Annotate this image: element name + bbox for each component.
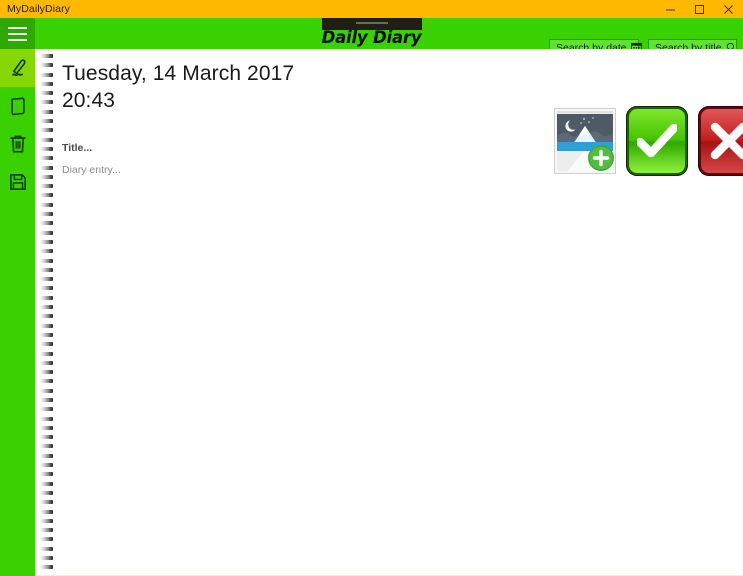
- app-window: MyDailyDiary Daily Diary Search by date …: [0, 0, 743, 576]
- maximize-button[interactable]: [685, 0, 714, 18]
- window-titlebar: MyDailyDiary: [0, 0, 743, 18]
- cross-icon: [710, 122, 743, 160]
- entry-date: Tuesday, 14 March 2017: [62, 62, 295, 85]
- sidebar-rail: [0, 49, 35, 576]
- hamburger-menu-button[interactable]: [0, 18, 35, 49]
- pen-write-icon: [11, 59, 26, 76]
- minimize-button[interactable]: [656, 0, 685, 18]
- entry-action-buttons: [554, 106, 743, 176]
- spiral-binding: [40, 54, 53, 573]
- note-page-icon: [10, 97, 25, 116]
- trash-delete-icon: [9, 135, 26, 153]
- floppy-save-icon: [9, 174, 26, 190]
- close-button[interactable]: [714, 0, 743, 18]
- notebook-page: Tuesday, 14 March 2017 20:43 Title... Di…: [35, 49, 743, 576]
- add-image-icon: [554, 108, 616, 174]
- sidebar-item-new-entry[interactable]: [0, 49, 35, 87]
- sidebar-item-delete[interactable]: [0, 125, 35, 163]
- minimize-icon: [666, 9, 675, 10]
- add-image-button[interactable]: [554, 106, 616, 176]
- maximize-icon: [695, 4, 704, 14]
- window-controls: [656, 0, 743, 18]
- checkmark-icon: [637, 124, 677, 158]
- sidebar-item-entries[interactable]: [0, 87, 35, 125]
- cancel-discard-button[interactable]: [698, 106, 743, 176]
- confirm-save-button[interactable]: [626, 106, 688, 176]
- page-title: Daily Diary: [321, 28, 422, 47]
- cancel-button-face: [698, 106, 743, 176]
- confirm-button-face: [626, 106, 688, 176]
- window-title: MyDailyDiary: [7, 3, 71, 15]
- app-header-bar: Daily Diary Search by date Search by tit…: [0, 18, 743, 56]
- hamburger-bar-3: [8, 38, 27, 41]
- hamburger-bar-2: [8, 32, 27, 35]
- sidebar-item-save[interactable]: [0, 163, 35, 201]
- close-icon: [724, 4, 733, 14]
- hamburger-bar-1: [8, 26, 27, 29]
